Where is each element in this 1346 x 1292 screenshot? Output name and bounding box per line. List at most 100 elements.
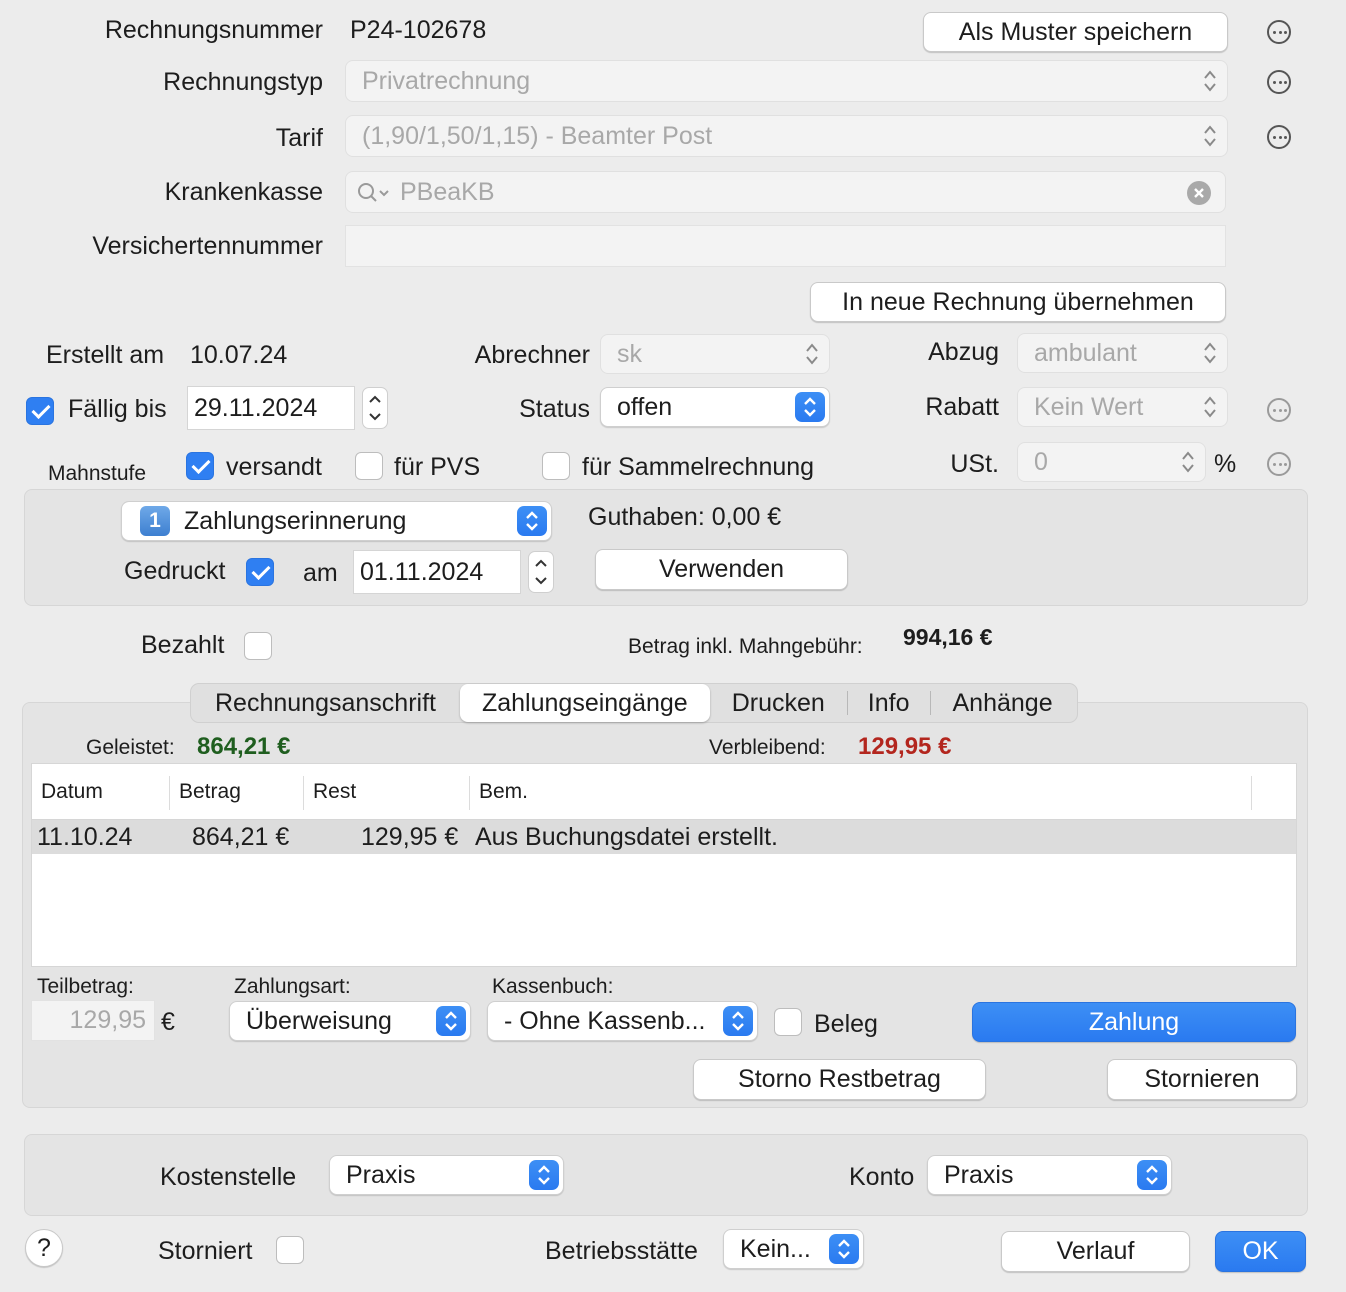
zahlungsart-value: Überweisung bbox=[246, 1006, 392, 1035]
tab-zahlungseingaenge[interactable]: Zahlungseingänge bbox=[459, 684, 710, 722]
teilbetrag-unit: € bbox=[161, 1008, 175, 1036]
faellig-checkbox[interactable] bbox=[26, 397, 54, 425]
sammelrechnung-checkbox[interactable] bbox=[542, 452, 570, 480]
tab-rechnungsanschrift[interactable]: Rechnungsanschrift bbox=[191, 684, 460, 722]
verbleibend-value: 129,95 € bbox=[858, 733, 952, 760]
ust-field[interactable]: 0 bbox=[1017, 442, 1206, 482]
gedruckt-stepper[interactable] bbox=[528, 551, 554, 593]
rechnungstyp-label: Rechnungstyp bbox=[163, 68, 323, 96]
sammelrechnung-label: für Sammelrechnung bbox=[582, 453, 815, 481]
column-header-datum[interactable]: Datum bbox=[41, 780, 103, 804]
chevron-updown-icon bbox=[1204, 342, 1216, 364]
more-options-icon[interactable] bbox=[1267, 398, 1291, 422]
abzug-label: Abzug bbox=[928, 338, 999, 366]
search-icon bbox=[358, 183, 389, 202]
tab-info[interactable]: Info bbox=[848, 684, 930, 722]
betriebsstaette-popup[interactable]: Kein... bbox=[723, 1229, 864, 1269]
gedruckt-checkbox[interactable] bbox=[246, 558, 274, 586]
verlauf-button[interactable]: Verlauf bbox=[1001, 1231, 1190, 1272]
betrag-label: Betrag inkl. Mahngebühr: bbox=[628, 635, 863, 658]
more-options-icon[interactable] bbox=[1267, 125, 1291, 149]
mahnstufe-popup[interactable]: 1 Zahlungserinnerung bbox=[121, 501, 552, 541]
in-neue-rechnung-uebernehmen-button[interactable]: In neue Rechnung übernehmen bbox=[810, 282, 1226, 322]
abzug-popup[interactable]: ambulant bbox=[1017, 333, 1228, 373]
tarif-label: Tarif bbox=[275, 124, 323, 152]
konto-popup[interactable]: Praxis bbox=[927, 1155, 1172, 1195]
chevron-updown-icon bbox=[1137, 1160, 1167, 1190]
stepper-arrows-icon bbox=[369, 395, 381, 421]
storniert-checkbox[interactable] bbox=[276, 1236, 304, 1264]
gedruckt-date-field[interactable]: 01.11.2024 bbox=[353, 550, 521, 594]
zahlungen-table: Datum Betrag Rest Bem. 11.10.24 864,21 €… bbox=[31, 763, 1297, 967]
rechnungsnummer-value: P24-102678 bbox=[350, 16, 487, 44]
tab-anhaenge[interactable]: Anhänge bbox=[931, 684, 1077, 722]
kostenstelle-popup[interactable]: Praxis bbox=[329, 1155, 564, 1195]
krankenkasse-search-field[interactable]: PBeaKB bbox=[345, 171, 1226, 213]
beleg-label: Beleg bbox=[814, 1010, 878, 1038]
storniert-label: Storniert bbox=[158, 1237, 253, 1265]
table-row[interactable]: 11.10.24 864,21 € 129,95 € Aus Buchungsd… bbox=[32, 820, 1296, 854]
kassenbuch-popup[interactable]: - Ohne Kassenb... bbox=[487, 1001, 758, 1041]
kostenstelle-value: Praxis bbox=[346, 1160, 416, 1189]
als-muster-speichern-button[interactable]: Als Muster speichern bbox=[923, 12, 1228, 52]
abrechner-popup[interactable]: sk bbox=[600, 334, 830, 374]
chevron-updown-icon bbox=[795, 392, 825, 422]
storno-restbetrag-button[interactable]: Storno Restbetrag bbox=[693, 1059, 986, 1100]
erstellt-label: Erstellt am bbox=[46, 341, 165, 369]
chevron-updown-icon bbox=[723, 1006, 753, 1036]
chevron-updown-icon bbox=[1204, 70, 1216, 92]
cell-rest: 129,95 € bbox=[361, 823, 459, 851]
rechnungstyp-popup[interactable]: Privatrechnung bbox=[345, 60, 1228, 102]
more-options-icon[interactable] bbox=[1267, 452, 1291, 476]
cell-bem: Aus Buchungsdatei erstellt. bbox=[475, 823, 778, 851]
betrag-value: 994,16 € bbox=[903, 624, 993, 650]
chevron-updown-icon bbox=[1204, 125, 1216, 147]
kassenbuch-label: Kassenbuch: bbox=[492, 975, 614, 998]
beleg-checkbox[interactable] bbox=[774, 1008, 802, 1036]
rabatt-label: Rabatt bbox=[925, 393, 999, 421]
status-value: offen bbox=[617, 392, 673, 421]
zahlung-button[interactable]: Zahlung bbox=[972, 1002, 1296, 1042]
faellig-stepper[interactable] bbox=[362, 387, 388, 429]
column-header-rest[interactable]: Rest bbox=[313, 780, 356, 804]
chevron-updown-icon bbox=[517, 506, 547, 536]
help-button[interactable]: ? bbox=[25, 1229, 63, 1267]
bezahlt-checkbox[interactable] bbox=[244, 632, 272, 660]
teilbetrag-field[interactable]: 129,95 bbox=[31, 1000, 155, 1041]
verwenden-button[interactable]: Verwenden bbox=[595, 549, 848, 590]
status-popup[interactable]: offen bbox=[600, 387, 830, 427]
betriebsstaette-label: Betriebsstätte bbox=[545, 1237, 698, 1265]
geleistet-label: Geleistet: bbox=[86, 736, 175, 759]
ust-label: USt. bbox=[950, 450, 999, 478]
rabatt-value: Kein Wert bbox=[1034, 392, 1144, 421]
column-header-betrag[interactable]: Betrag bbox=[179, 780, 241, 804]
geleistet-value: 864,21 € bbox=[197, 733, 291, 760]
betriebsstaette-value: Kein... bbox=[740, 1234, 811, 1263]
chevron-updown-icon bbox=[1204, 396, 1216, 418]
cell-betrag: 864,21 € bbox=[192, 823, 290, 851]
krankenkasse-label: Krankenkasse bbox=[164, 178, 323, 206]
tarif-popup[interactable]: (1,90/1,50/1,15) - Beamter Post bbox=[345, 115, 1228, 157]
gedruckt-label: Gedruckt bbox=[124, 557, 226, 585]
zahlungsart-label: Zahlungsart: bbox=[234, 975, 351, 998]
stornieren-button[interactable]: Stornieren bbox=[1107, 1059, 1297, 1100]
chevron-updown-icon bbox=[436, 1006, 466, 1036]
ok-button[interactable]: OK bbox=[1215, 1231, 1306, 1272]
clear-icon[interactable] bbox=[1187, 181, 1211, 205]
mahnstufe-value: Zahlungserinnerung bbox=[184, 506, 407, 535]
mahnstufe-label: Mahnstufe bbox=[48, 462, 147, 485]
faellig-date-field[interactable]: 29.11.2024 bbox=[187, 386, 355, 430]
stepper-arrows-icon bbox=[535, 559, 547, 585]
tab-drucken[interactable]: Drucken bbox=[710, 684, 847, 722]
zahlungsart-popup[interactable]: Überweisung bbox=[229, 1001, 471, 1041]
column-header-bem[interactable]: Bem. bbox=[479, 780, 528, 804]
versandt-checkbox[interactable] bbox=[186, 452, 214, 480]
more-options-icon[interactable] bbox=[1267, 20, 1291, 44]
more-options-icon[interactable] bbox=[1267, 70, 1291, 94]
versichertennummer-field[interactable] bbox=[345, 225, 1226, 267]
chevron-updown-icon bbox=[529, 1160, 559, 1190]
rabatt-popup[interactable]: Kein Wert bbox=[1017, 387, 1228, 427]
rechnungstyp-value: Privatrechnung bbox=[362, 66, 531, 95]
pvs-checkbox[interactable] bbox=[355, 452, 383, 480]
versandt-label: versandt bbox=[226, 453, 322, 481]
